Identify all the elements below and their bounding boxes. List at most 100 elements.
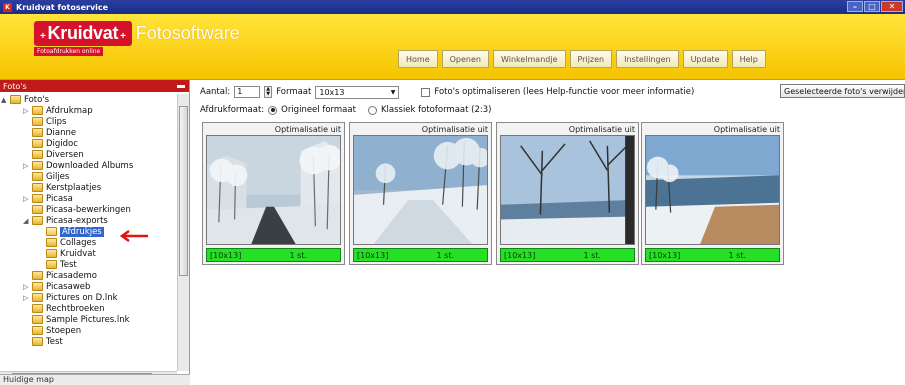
tree-item-label: Picasa-bewerkingen [46,204,131,215]
photo-thumbnail [500,135,635,245]
photo-card[interactable]: Optimalisatie uit [10x13] 1 st. [641,122,784,265]
tree-item-label: Afdrukjes [60,226,104,237]
tree-item[interactable]: Giljes [32,171,69,182]
nav-home-button[interactable]: Home [398,50,438,68]
delete-selected-button[interactable]: Geselecteerde foto's verwijderen [780,84,905,98]
folder-icon [32,106,43,115]
maximize-button[interactable]: □ [864,1,880,12]
folder-icon [46,249,57,258]
photo-card[interactable]: Optimalisatie uit [10x13] 1 st. [496,122,639,265]
close-button[interactable]: ✕ [881,1,903,12]
tree-item[interactable]: ◢ Picasa-exports [23,215,108,226]
quantity-label: Aantal: [200,87,231,97]
photo-format: [10x13] [649,250,681,260]
tree-item-label: Dianne [46,127,77,138]
tree-item[interactable]: Test [46,259,77,270]
tree-expander-icon[interactable]: ▷ [23,107,28,115]
tree-vertical-scrollbar[interactable] [177,94,189,371]
photo-thumbnail [353,135,488,245]
folder-icon [32,183,43,192]
chevron-down-icon: ▼ [390,88,396,96]
photo-format: [10x13] [504,250,536,260]
tree-item-label: Pictures on D.lnk [46,292,118,303]
tree-item[interactable]: ▷ Afdrukmap [23,105,93,116]
photo-status-bar: [10x13] 1 st. [645,248,780,262]
tree-item[interactable]: Kerstplaatjes [32,182,101,193]
nav-help-button[interactable]: Help [731,50,766,68]
logo: + Kruidvat + Fotosoftware [34,21,240,46]
folder-panel: Foto's ▲ Foto's ▷ Afdrukmap Clips Dianne Digid… [0,80,190,385]
radio-classic-format[interactable] [367,105,377,115]
tree-item[interactable]: Collages [46,237,96,248]
tree-expander-icon[interactable]: ▷ [23,162,28,170]
tree-item[interactable]: Rechtbroeken [32,303,105,314]
logo-suffix: Fotosoftware [135,23,240,43]
tree-item-label: Picasa-exports [46,215,108,226]
folder-icon [32,161,43,170]
quantity-stepper[interactable]: ▲ ▼ [264,86,273,98]
print-format-row: Afdrukformaat: Origineel formaat Klassie… [200,104,491,116]
optimize-label: Foto's optimaliseren (lees Help-functie … [434,87,695,97]
tree-item[interactable]: Test [32,336,63,347]
folder-icon [32,326,43,335]
photo-card[interactable]: Optimalisatie uit [10x13] 1 st. [202,122,345,265]
tree-item[interactable]: Diversen [32,149,84,160]
tree-item[interactable]: Stoepen [32,325,81,336]
tree-item[interactable]: ▷ Pictures on D.lnk [23,292,118,303]
photo-quantity: 1 st. [436,250,454,260]
tree-expander-icon[interactable]: ◢ [23,217,28,225]
tree-expander-icon[interactable]: ▲ [1,96,6,104]
tree-item[interactable]: ▷ Picasaweb [23,281,90,292]
tree-item[interactable]: ▷ Picasa [23,193,73,204]
photo-card[interactable]: Optimalisatie uit [10x13] 1 st. [349,122,492,265]
window-title: Kruidvat fotoservice [16,2,109,12]
photo-status-bar: [10x13] 1 st. [353,248,488,262]
tree-item[interactable]: ▷ Downloaded Albums [23,160,133,171]
photo-quantity: 1 st. [289,250,307,260]
nav-settings-button[interactable]: Instellingen [616,50,679,68]
tree-item[interactable]: Kruidvat [46,248,96,259]
tree-item-label: Diversen [46,149,84,160]
title-bar: K Kruidvat fotoservice – □ ✕ [0,0,905,14]
tree-item[interactable]: Picasa-bewerkingen [32,204,131,215]
tree-item[interactable]: Clips [32,116,66,127]
tree-expander-icon[interactable]: ▷ [23,195,28,203]
tree-item-selected[interactable]: Afdrukjes [46,226,104,237]
nav-prices-button[interactable]: Prijzen [569,50,613,68]
folder-icon [46,238,57,247]
tree-item[interactable]: Sample Pictures.lnk [32,314,130,325]
quantity-input[interactable]: 1 [234,86,261,98]
tree-item-label: Rechtbroeken [46,303,105,314]
nav-update-button[interactable]: Update [682,50,728,68]
tree-expander-icon[interactable]: ▷ [23,294,28,302]
nav-open-button[interactable]: Openen [441,50,489,68]
folder-icon [32,150,43,159]
collapse-panel-icon[interactable] [177,84,185,88]
photo-thumbnail [645,135,780,245]
main-nav: Home Openen Winkelmandje Prijzen Instell… [398,50,766,68]
folder-icon [32,216,43,225]
folder-icon [32,117,43,126]
nav-cart-button[interactable]: Winkelmandje [492,50,566,68]
tree-item[interactable]: ▲ Foto's [1,94,49,105]
photo-quantity: 1 st. [728,250,746,260]
tree-item[interactable]: Dianne [32,127,76,138]
tree-item[interactable]: Picasademo [32,270,97,281]
photo-thumbnail [206,135,341,245]
folder-icon [32,128,43,137]
format-select[interactable]: 10x13 ▼ [315,85,400,99]
minimize-button[interactable]: – [847,1,863,12]
scrollbar-thumb[interactable] [179,106,188,276]
optimize-checkbox[interactable] [421,87,431,97]
photo-format: [10x13] [357,250,389,260]
tree-item-label: Afdrukmap [46,105,93,116]
folder-icon [32,337,43,346]
status-bar: Huidige map [0,374,190,385]
tagline: Fotoafdrukken online [34,47,104,56]
tree-expander-icon[interactable]: ▷ [23,283,28,291]
tree-item[interactable]: Digidoc [32,138,78,149]
radio-original-format[interactable] [268,105,278,115]
folder-icon [10,95,21,104]
radio-original-label: Origineel formaat [281,105,356,115]
optimization-status: Optimalisatie uit [713,125,780,134]
